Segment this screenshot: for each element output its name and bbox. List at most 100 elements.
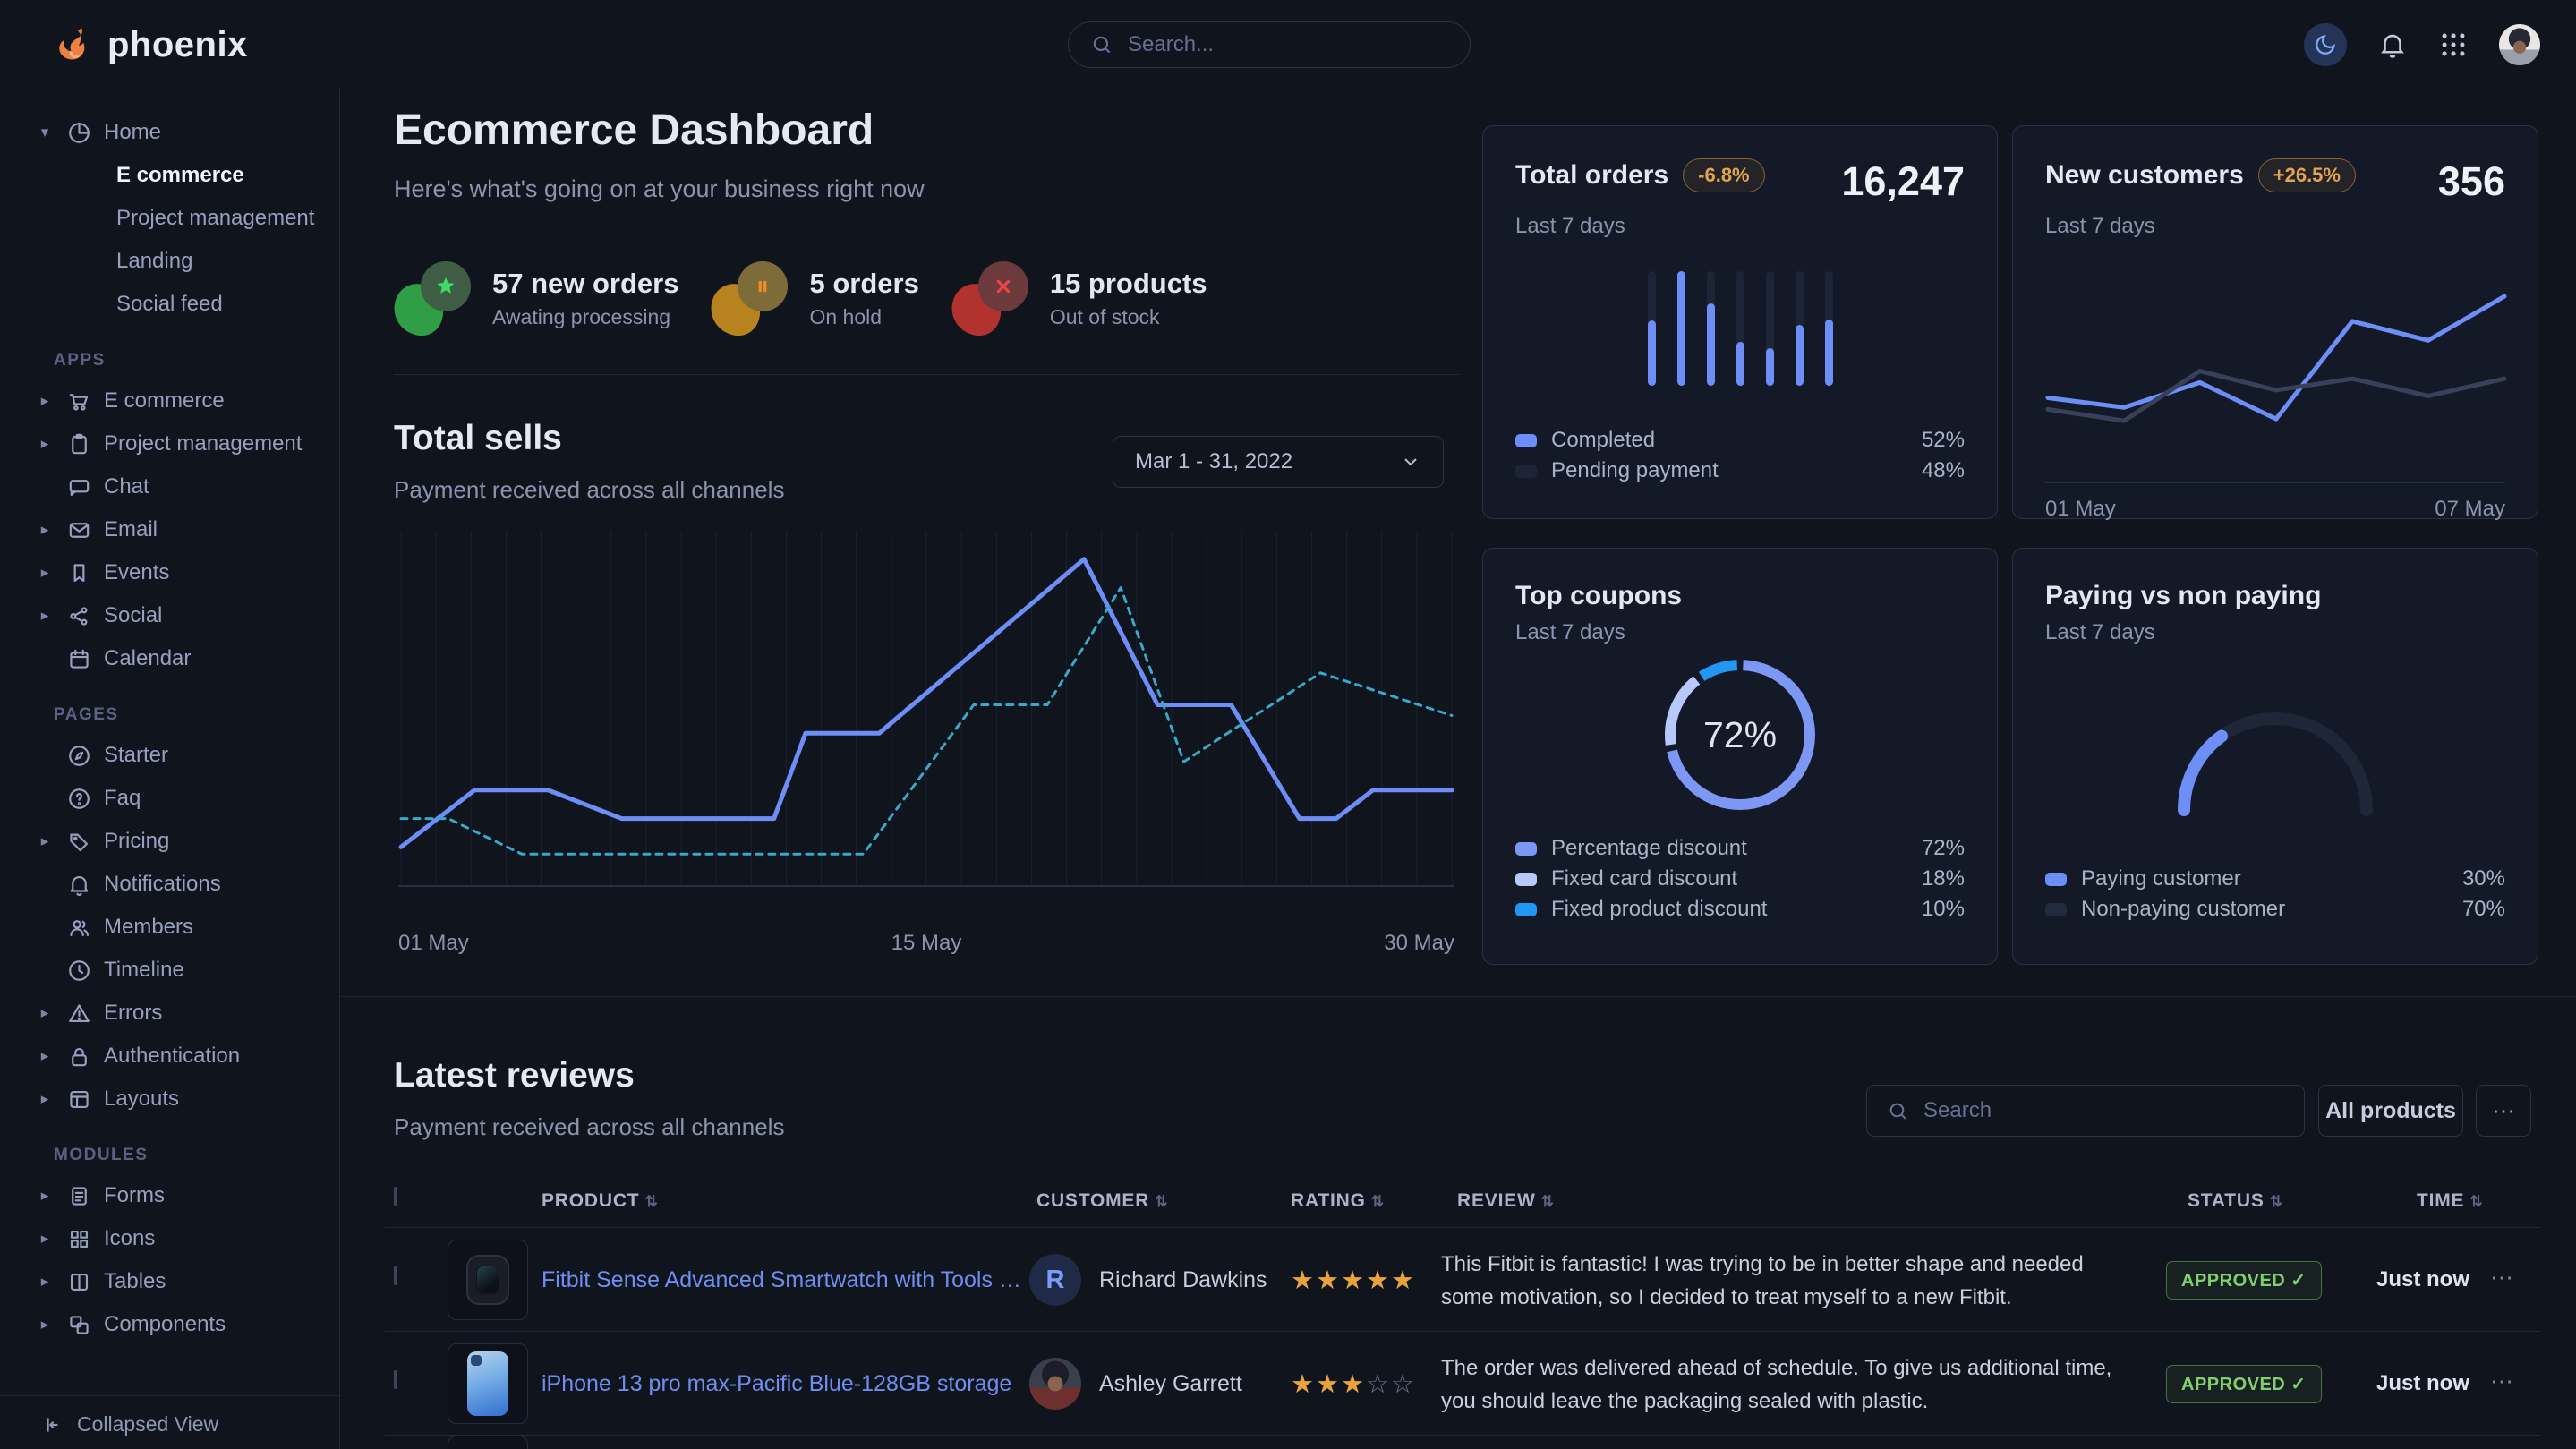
sidebar-subitem-social-feed[interactable]: Social feed: [0, 283, 339, 326]
sidebar-item-tables[interactable]: ▸ Tables: [0, 1260, 339, 1303]
total-sells-chart: [398, 524, 1454, 892]
warning-icon: [66, 1001, 92, 1027]
sidebar-item-notifications[interactable]: Notifications: [0, 863, 339, 906]
sidebar-item-icons[interactable]: ▸ Icons: [0, 1217, 339, 1260]
sidebar-item-home[interactable]: ▾ Home: [0, 111, 339, 154]
sidebar-item-pricing[interactable]: ▸ Pricing: [0, 820, 339, 863]
chat-icon: [64, 473, 93, 501]
legend-row-non-paying-customer: Non-paying customer 70%: [2045, 894, 2505, 925]
status-badge: APPROVED ✓: [2166, 1365, 2322, 1403]
apps-menu-button[interactable]: [2438, 30, 2469, 60]
caret-right-icon: ▸: [36, 832, 54, 850]
row-more-button[interactable]: ⋯: [2490, 1368, 2513, 1395]
grid-squares-icon: [66, 1226, 92, 1252]
axis-line: [2045, 482, 2505, 483]
columns-icon: [66, 1269, 92, 1295]
review-text: This Fitbit is fantastic! I was trying t…: [1441, 1248, 2135, 1314]
sidebar-item-authentication[interactable]: ▸ Authentication: [0, 1035, 339, 1078]
global-search-input[interactable]: Search...: [1068, 21, 1471, 68]
all-products-filter-button[interactable]: All products: [2318, 1085, 2463, 1137]
theme-toggle-button[interactable]: [2304, 23, 2347, 66]
legend-value: 18%: [1922, 866, 1965, 891]
brand-logo[interactable]: phoenix: [54, 0, 248, 89]
tag-icon: [66, 829, 92, 855]
product-link[interactable]: Fitbit Sense Advanced Smartwatch with To…: [542, 1267, 1025, 1293]
header-divider: [394, 374, 1459, 375]
sidebar-item-email[interactable]: ▸ Email: [0, 508, 339, 551]
sidebar-item-components[interactable]: ▸ Components: [0, 1303, 339, 1346]
sidebar-item-social[interactable]: ▸ Social: [0, 594, 339, 637]
column-header-customer[interactable]: CUSTOMER⇅: [1036, 1190, 1168, 1212]
order-bar: [1648, 271, 1656, 386]
sidebar-item-label: Calendar: [104, 646, 191, 671]
compass-icon: [66, 743, 92, 769]
warning-icon: [64, 999, 93, 1027]
product-link[interactable]: iPhone 13 pro max-Pacific Blue-128GB sto…: [542, 1371, 1025, 1397]
legend-swatch: [2045, 903, 2067, 916]
reviews-more-button[interactable]: ⋯: [2476, 1085, 2531, 1137]
bookmark-icon: [66, 560, 92, 586]
rating-stars: ★★★☆☆: [1291, 1368, 1416, 1400]
stat-headline: 5 orders: [809, 268, 918, 300]
sidebar-item-forms[interactable]: ▸ Forms: [0, 1174, 339, 1217]
mail-icon: [64, 516, 93, 544]
sidebar-section-label-pages: PAGES: [0, 680, 339, 734]
sidebar-item-faq[interactable]: Faq: [0, 777, 339, 820]
sidebar-subitem-project-management[interactable]: Project management: [0, 197, 339, 240]
bell-icon: [66, 872, 92, 898]
page-title: Ecommerce Dashboard: [394, 106, 874, 155]
row-checkbox[interactable]: [394, 1370, 397, 1389]
order-bar: [1707, 271, 1715, 386]
collapsed-view-toggle[interactable]: Collapsed View: [0, 1395, 339, 1436]
order-bar: [1736, 271, 1744, 386]
layout-icon: [64, 1085, 93, 1113]
sidebar-subitem-e-commerce[interactable]: E commerce: [0, 154, 339, 197]
customer-avatar: [1029, 1358, 1081, 1410]
sidebar-item-calendar[interactable]: Calendar: [0, 637, 339, 680]
sidebar: ▾ HomeE commerceProject managementLandin…: [0, 89, 340, 1449]
notifications-button[interactable]: [2377, 30, 2408, 60]
column-header-rating[interactable]: RATING⇅: [1291, 1190, 1385, 1212]
date-range-select[interactable]: Mar 1 - 31, 2022: [1113, 436, 1444, 488]
legend-value: 10%: [1922, 897, 1965, 922]
column-header-time[interactable]: TIME⇅: [2417, 1190, 2483, 1212]
sidebar-item-label: Members: [104, 915, 193, 940]
tag-icon: [64, 827, 93, 856]
sidebar-item-timeline[interactable]: Timeline: [0, 949, 339, 992]
stats-row: 57 new orders Awating processing 5 order…: [394, 261, 1207, 335]
column-header-review[interactable]: REVIEW⇅: [1457, 1190, 1555, 1212]
select-all-checkbox[interactable]: [394, 1187, 397, 1206]
sidebar-item-chat[interactable]: Chat: [0, 465, 339, 508]
legend-label: Paying customer: [2081, 866, 2241, 891]
sidebar-item-e-commerce[interactable]: ▸ E commerce: [0, 379, 339, 422]
card-head: New customers +26.5% 356: [2045, 158, 2505, 205]
caret-right-icon: ▸: [36, 607, 54, 625]
sidebar-item-label: Notifications: [104, 872, 221, 897]
column-header-status[interactable]: STATUS⇅: [2188, 1190, 2283, 1212]
legend-swatch: [1515, 903, 1537, 916]
sort-icon: ⇅: [1371, 1193, 1385, 1210]
row-checkbox[interactable]: [394, 1266, 397, 1285]
top-navbar: phoenix Search...: [0, 0, 2576, 89]
sidebar-item-members[interactable]: Members: [0, 906, 339, 949]
sidebar-item-errors[interactable]: ▸ Errors: [0, 992, 339, 1035]
caret-right-icon: ▸: [36, 1047, 54, 1065]
sidebar-item-project-management[interactable]: ▸ Project management: [0, 422, 339, 465]
row-more-button[interactable]: ⋯: [2490, 1264, 2513, 1291]
reviews-search-input[interactable]: Search: [1866, 1085, 2305, 1137]
sidebar-item-starter[interactable]: Starter: [0, 734, 339, 777]
pause-icon: [749, 273, 776, 300]
paying-gauge-chart: [2123, 656, 2427, 826]
sidebar-item-label: Home: [104, 120, 161, 145]
layout-icon: [66, 1087, 92, 1112]
column-header-product[interactable]: PRODUCT⇅: [542, 1190, 658, 1212]
reviews-table: PRODUCT⇅ CUSTOMER⇅ RATING⇅ REVIEW⇅ STATUS⇅ TI…: [385, 1174, 2540, 1436]
apps-grid-icon: [2438, 30, 2469, 60]
card-head: Paying vs non paying: [2045, 581, 2505, 611]
caret-right-icon: ▸: [36, 521, 54, 539]
sidebar-item-layouts[interactable]: ▸ Layouts: [0, 1078, 339, 1121]
sidebar-subitem-landing[interactable]: Landing: [0, 240, 339, 283]
sidebar-item-events[interactable]: ▸ Events: [0, 551, 339, 594]
user-avatar[interactable]: [2499, 24, 2540, 65]
legend-value: 30%: [2462, 866, 2505, 891]
